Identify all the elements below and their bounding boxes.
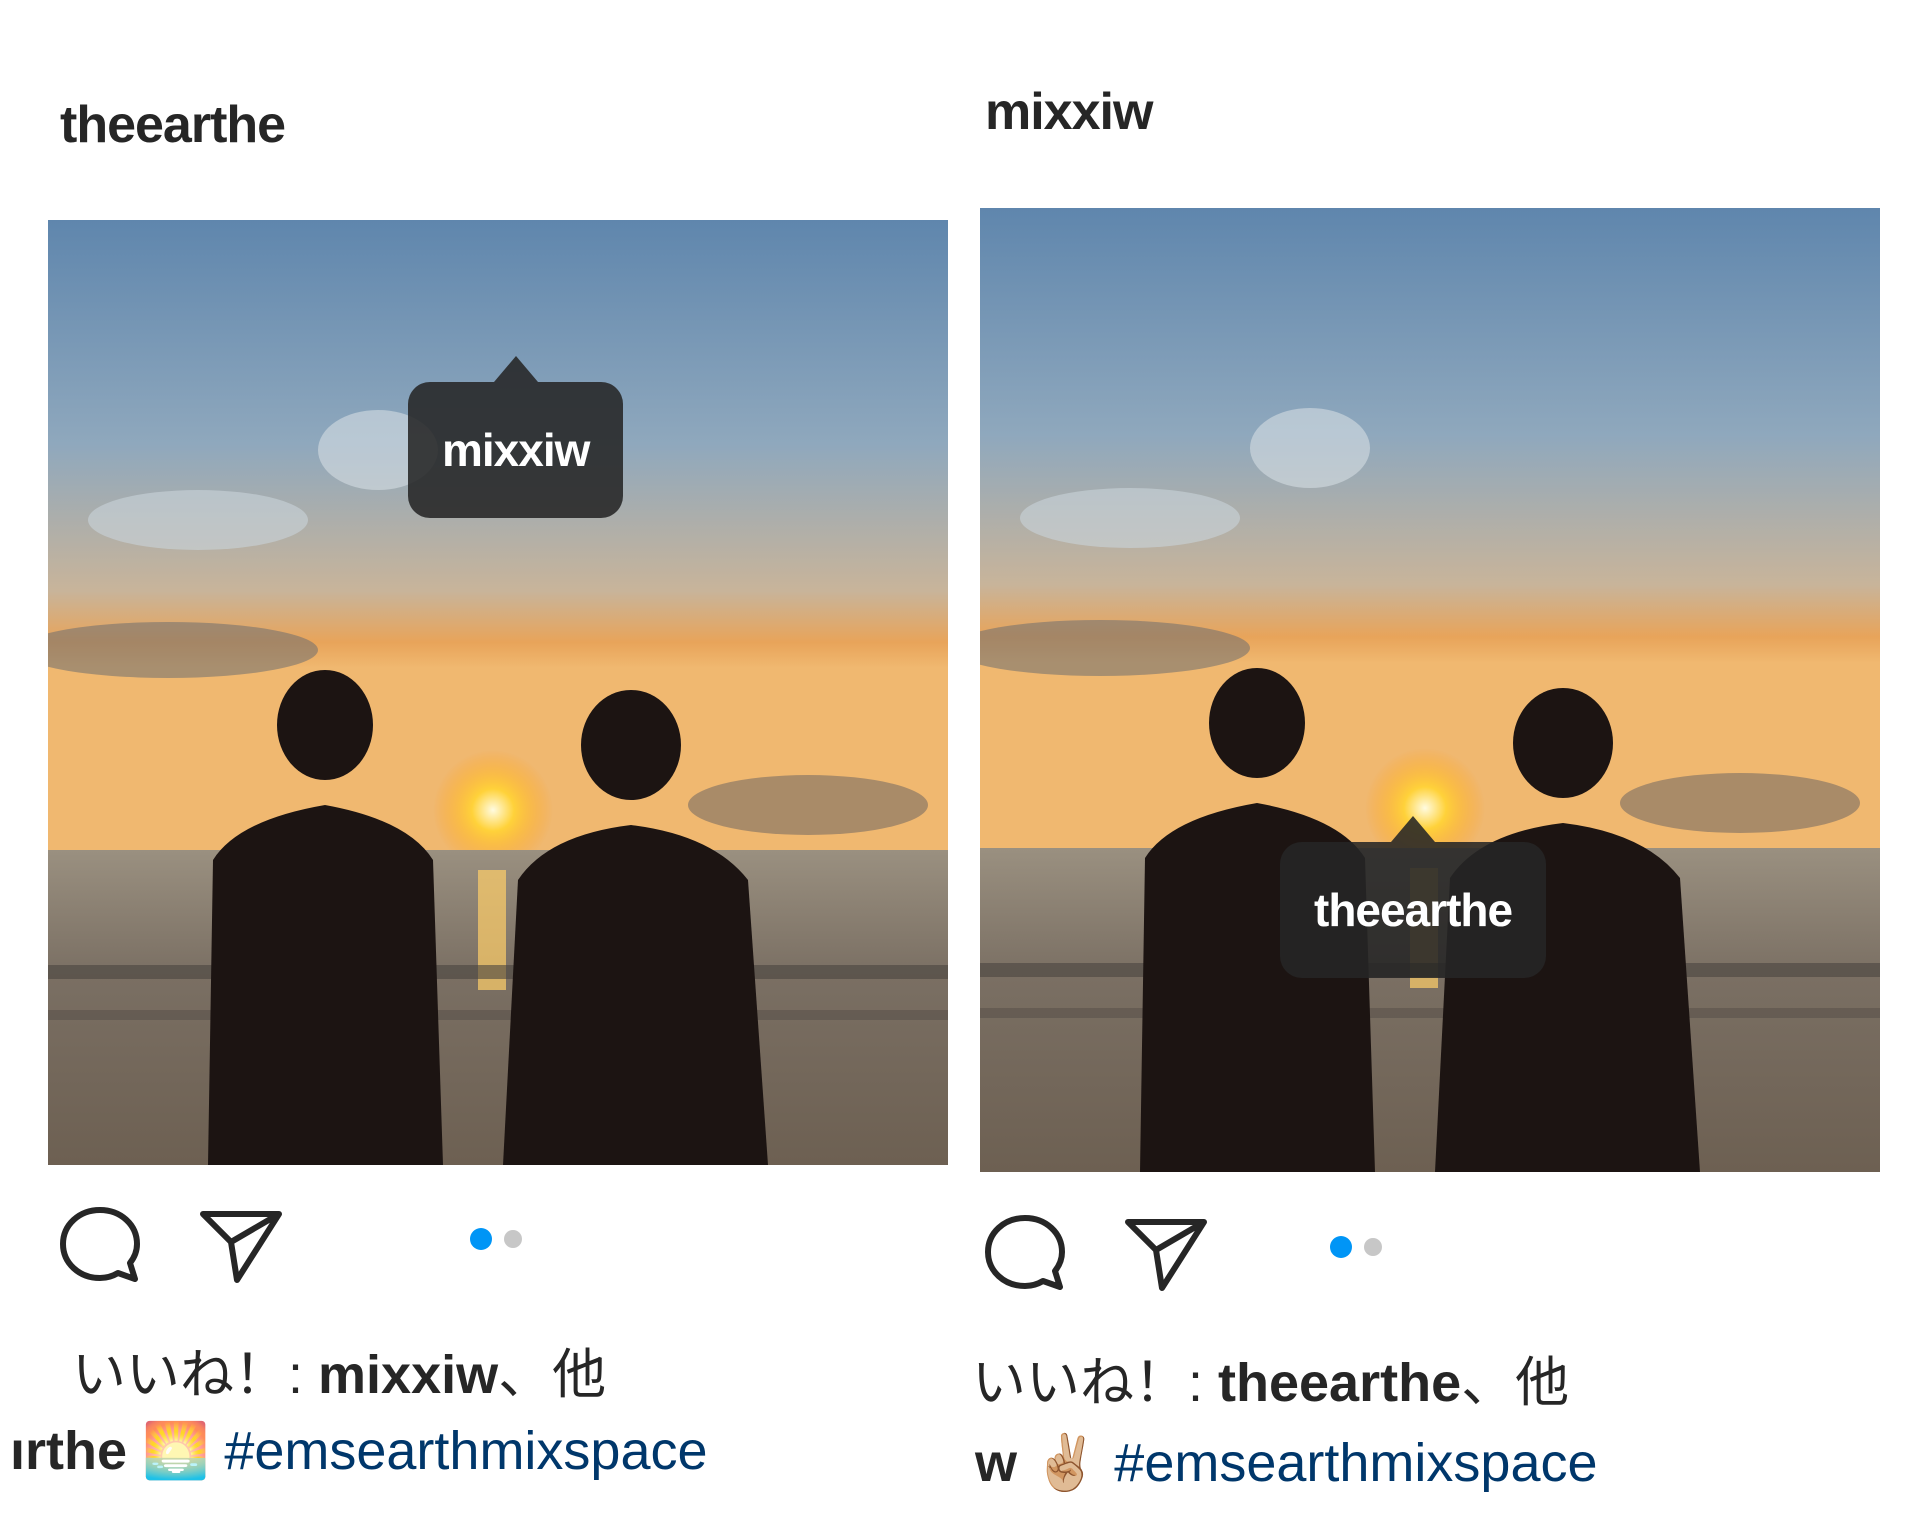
likes-user[interactable]: mixxiw [318,1345,498,1405]
victory-hand-emoji-icon: ✌🏼 [1032,1433,1100,1493]
carousel-dot-active[interactable] [470,1228,492,1250]
post-theearthe: theearthe mixxiw いいね！: mixxiw、他 ırthe 🌅 … [0,0,955,1536]
carousel-indicator [470,1228,522,1250]
likes-prefix: いいね！: [72,1345,319,1405]
post-photo[interactable]: theearthe [980,208,1880,1172]
sunrise-emoji-icon: 🌅 [142,1421,210,1481]
comment-icon[interactable] [55,1200,145,1290]
user-tag[interactable]: mixxiw [408,356,624,518]
post-username[interactable]: theearthe [60,95,286,155]
sunset-beach-photo-icon [980,208,1880,1172]
carousel-dot[interactable] [1364,1238,1382,1256]
caption-author[interactable]: w [975,1433,1017,1493]
likes-prefix: いいね！: [972,1353,1219,1413]
likes-suffix[interactable]: 、他 [1461,1353,1569,1413]
hashtag-link[interactable]: #emsearthmixspace [1114,1433,1597,1493]
likes-text: いいね！: mixxiw、他 [72,1330,606,1409]
hashtag-link[interactable]: #emsearthmixspace [224,1421,707,1481]
likes-user[interactable]: theearthe [1218,1353,1461,1413]
carousel-dot[interactable] [504,1230,522,1248]
share-icon[interactable] [1120,1208,1210,1298]
post-photo[interactable]: mixxiw [48,220,948,1165]
caption: w ✌🏼 #emsearthmixspace [975,1432,1598,1495]
post-mixxiw: mixxiw theearthe いいね！: theearthe、他 w ✌🏼 … [930,0,1920,1536]
likes-text: いいね！: theearthe、他 [972,1338,1569,1417]
carousel-dot-active[interactable] [1330,1236,1352,1258]
caption: ırthe 🌅 #emsearthmixspace [10,1420,708,1483]
post-username[interactable]: mixxiw [985,82,1153,142]
user-tag[interactable]: theearthe [1280,816,1547,978]
carousel-indicator [1330,1236,1382,1258]
caption-author[interactable]: ırthe [10,1421,127,1481]
likes-suffix[interactable]: 、他 [498,1345,606,1405]
share-icon[interactable] [195,1200,285,1290]
comment-icon[interactable] [980,1208,1070,1298]
